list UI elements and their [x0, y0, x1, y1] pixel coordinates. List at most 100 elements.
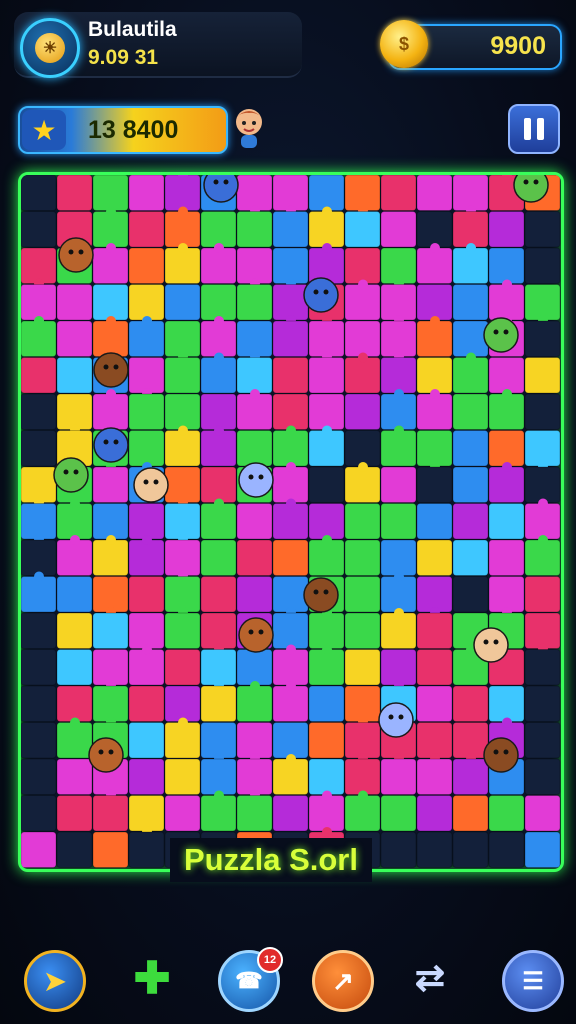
- puzzle-tile[interactable]: [21, 722, 57, 759]
- puzzle-tile[interactable]: [272, 284, 309, 321]
- menu-icon[interactable]: ☰: [502, 950, 564, 1012]
- puzzle-tile[interactable]: [524, 831, 561, 868]
- puzzle-tile[interactable]: [380, 175, 417, 211]
- puzzle-tile[interactable]: [21, 758, 57, 795]
- puzzle-tile[interactable]: [524, 320, 561, 357]
- arrow-icon[interactable]: ↗: [312, 950, 374, 1012]
- player-avatar[interactable]: ☀: [20, 18, 80, 78]
- puzzle-tile[interactable]: [164, 393, 201, 430]
- creature-sprite[interactable]: [58, 237, 94, 273]
- creature-sprite[interactable]: [238, 617, 274, 653]
- puzzle-tile[interactable]: [236, 357, 273, 394]
- puzzle-tile[interactable]: [21, 357, 57, 394]
- puzzle-tile[interactable]: [416, 795, 453, 832]
- puzzle-tile[interactable]: [92, 539, 129, 576]
- puzzle-tile[interactable]: [380, 430, 417, 467]
- puzzle-tile[interactable]: [164, 795, 201, 832]
- puzzle-tile[interactable]: [416, 649, 453, 686]
- puzzle-tile[interactable]: [92, 284, 129, 321]
- puzzle-tile[interactable]: [452, 430, 489, 467]
- puzzle-tile[interactable]: [92, 685, 129, 722]
- puzzle-tile[interactable]: [92, 247, 129, 284]
- puzzle-tile[interactable]: [92, 831, 129, 868]
- puzzle-tile[interactable]: [92, 576, 129, 613]
- puzzle-tile[interactable]: [452, 722, 489, 759]
- puzzle-tile[interactable]: [164, 758, 201, 795]
- puzzle-tile[interactable]: [200, 393, 237, 430]
- puzzle-tile[interactable]: [524, 357, 561, 394]
- puzzle-tile[interactable]: [92, 649, 129, 686]
- puzzle-tile[interactable]: [344, 430, 381, 467]
- puzzle-tile[interactable]: [344, 247, 381, 284]
- puzzle-tile[interactable]: [164, 649, 201, 686]
- coin-counter[interactable]: $ 9900: [380, 20, 562, 70]
- puzzle-tile[interactable]: [164, 576, 201, 613]
- puzzle-tile[interactable]: [524, 685, 561, 722]
- puzzle-tile[interactable]: [452, 758, 489, 795]
- puzzle-tile[interactable]: [308, 211, 345, 248]
- puzzle-tile[interactable]: [524, 503, 561, 540]
- puzzle-tile[interactable]: [308, 357, 345, 394]
- puzzle-tile[interactable]: [272, 247, 309, 284]
- puzzle-tile[interactable]: [164, 320, 201, 357]
- puzzle-tile[interactable]: [236, 393, 273, 430]
- puzzle-tile[interactable]: [308, 685, 345, 722]
- puzzle-tile[interactable]: [416, 320, 453, 357]
- puzzle-tile[interactable]: [272, 576, 309, 613]
- puzzle-tile[interactable]: [272, 685, 309, 722]
- puzzle-tile[interactable]: [236, 685, 273, 722]
- puzzle-tile[interactable]: [56, 612, 93, 649]
- puzzle-tile[interactable]: [308, 393, 345, 430]
- puzzle-tile[interactable]: [488, 247, 525, 284]
- puzzle-tile[interactable]: [452, 284, 489, 321]
- creature-sprite[interactable]: [378, 702, 414, 738]
- puzzle-tile[interactable]: [416, 466, 453, 503]
- puzzle-tile[interactable]: [164, 722, 201, 759]
- puzzle-tile[interactable]: [21, 430, 57, 467]
- puzzle-tile[interactable]: [524, 430, 561, 467]
- puzzle-tile[interactable]: [452, 685, 489, 722]
- puzzle-tile[interactable]: [128, 576, 165, 613]
- puzzle-tile[interactable]: [21, 649, 57, 686]
- puzzle-tile[interactable]: [380, 758, 417, 795]
- puzzle-tile[interactable]: [200, 430, 237, 467]
- creature-sprite[interactable]: [203, 175, 239, 203]
- puzzle-tile[interactable]: [164, 503, 201, 540]
- puzzle-tile[interactable]: [128, 539, 165, 576]
- puzzle-tile[interactable]: [200, 357, 237, 394]
- puzzle-tile[interactable]: [416, 539, 453, 576]
- puzzle-tile[interactable]: [452, 320, 489, 357]
- puzzle-tile[interactable]: [236, 795, 273, 832]
- puzzle-tile[interactable]: [488, 685, 525, 722]
- puzzle-tile[interactable]: [416, 722, 453, 759]
- puzzle-tile[interactable]: [524, 576, 561, 613]
- puzzle-tile[interactable]: [236, 503, 273, 540]
- puzzle-tile[interactable]: [164, 211, 201, 248]
- puzzle-tile[interactable]: [524, 284, 561, 321]
- puzzle-tile[interactable]: [524, 722, 561, 759]
- puzzle-tile[interactable]: [236, 211, 273, 248]
- puzzle-tile[interactable]: [380, 539, 417, 576]
- puzzle-tile[interactable]: [164, 284, 201, 321]
- puzzle-tile[interactable]: [344, 284, 381, 321]
- puzzle-tile[interactable]: [236, 284, 273, 321]
- puzzle-tile[interactable]: [272, 612, 309, 649]
- puzzle-tile[interactable]: [488, 466, 525, 503]
- creature-sprite[interactable]: [303, 577, 339, 613]
- puzzle-tile[interactable]: [164, 612, 201, 649]
- puzzle-tile[interactable]: [92, 211, 129, 248]
- puzzle-tile[interactable]: [164, 685, 201, 722]
- puzzle-tile[interactable]: [164, 175, 201, 211]
- puzzle-tile[interactable]: [200, 758, 237, 795]
- puzzle-tile[interactable]: [128, 357, 165, 394]
- creature-sprite[interactable]: [303, 277, 339, 313]
- creature-sprite[interactable]: [53, 457, 89, 493]
- puzzle-tile[interactable]: [164, 539, 201, 576]
- puzzle-tile[interactable]: [56, 685, 93, 722]
- puzzle-tile[interactable]: [128, 758, 165, 795]
- puzzle-tile[interactable]: [488, 795, 525, 832]
- puzzle-tile[interactable]: [200, 795, 237, 832]
- puzzle-tile[interactable]: [524, 758, 561, 795]
- puzzle-tile[interactable]: [92, 503, 129, 540]
- puzzle-tile[interactable]: [272, 539, 309, 576]
